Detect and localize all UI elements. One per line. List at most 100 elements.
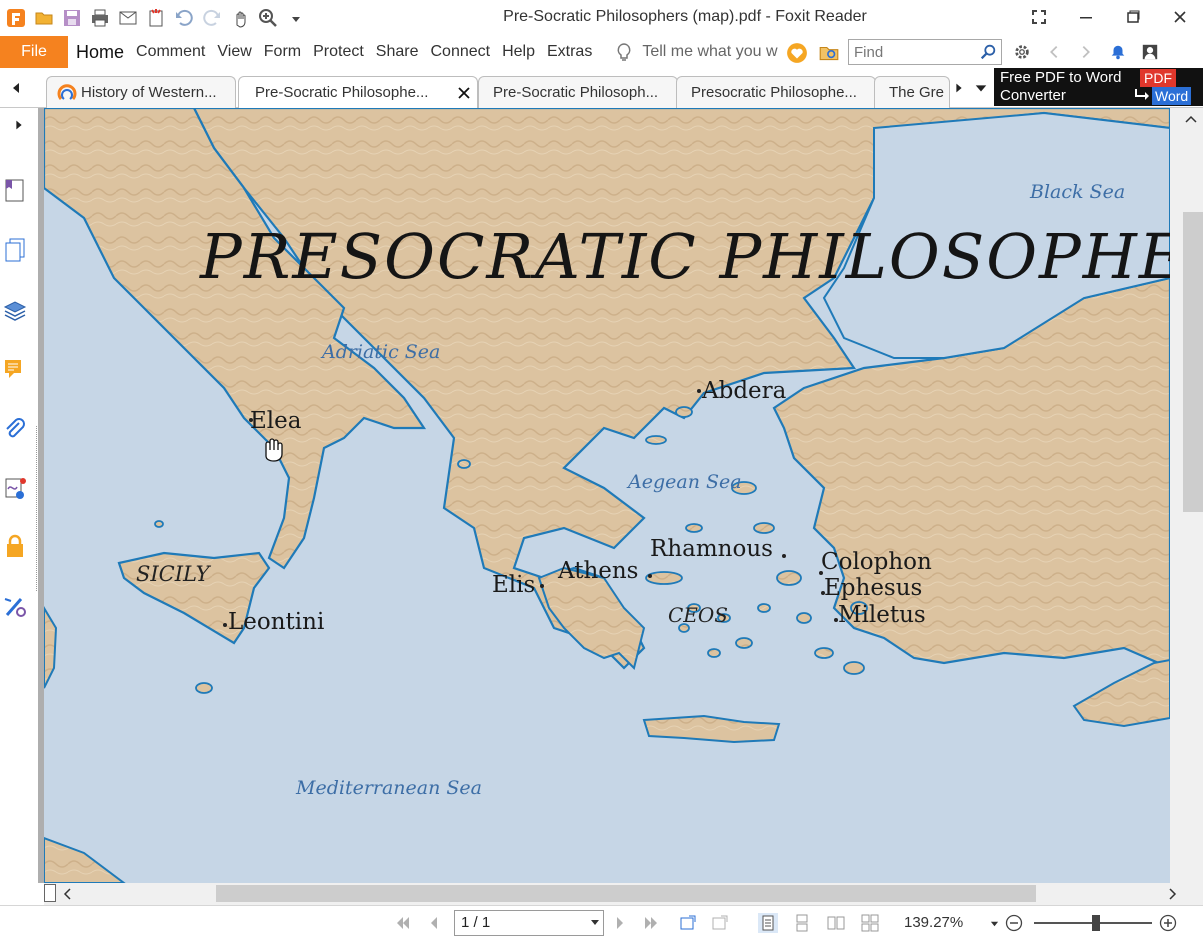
restore-button[interactable] <box>1109 0 1156 34</box>
search-folder-icon[interactable] <box>818 42 840 64</box>
scroll-up-icon[interactable] <box>1184 112 1198 126</box>
last-page-icon[interactable] <box>642 913 662 933</box>
user-account-icon[interactable] <box>1134 36 1166 68</box>
print-icon[interactable] <box>86 3 114 33</box>
horizontal-scrollbar[interactable] <box>44 883 1203 905</box>
pdf-to-word-ad-banner[interactable]: Free PDF to Word Converter PDF Word <box>994 68 1203 106</box>
presocratic-map: PRESOCRATIC PHILOSOPHERS Black Sea Adria… <box>44 108 1170 883</box>
menu-protect[interactable]: Protect <box>307 36 370 68</box>
open-folder-icon[interactable] <box>30 3 58 33</box>
next-page-icon[interactable] <box>610 913 630 933</box>
hand-tool-icon[interactable] <box>226 3 254 33</box>
file-menu-button[interactable]: File <box>0 36 68 68</box>
tab-label: History of Western... <box>81 84 217 101</box>
menu-help[interactable]: Help <box>496 36 541 68</box>
zoom-level[interactable]: 139.27% <box>904 914 963 931</box>
attachments-icon[interactable] <box>0 412 30 448</box>
tab-label: The Gre <box>889 84 945 101</box>
menu-home[interactable]: Home <box>70 36 130 68</box>
window-title: Pre-Socratic Philosophers (map).pdf - Fo… <box>503 8 867 25</box>
close-tab-icon[interactable] <box>457 86 471 100</box>
scroll-corner <box>44 884 56 902</box>
scroll-right-icon[interactable] <box>1166 887 1180 901</box>
new-document-icon[interactable] <box>142 3 170 33</box>
tab-pre-socratic-philosophers-active[interactable]: Pre-Socratic Philosophe... <box>238 76 478 108</box>
zoom-dropdown-icon[interactable] <box>990 919 999 928</box>
sea-label-mediterranean: Mediterranean Sea <box>295 777 482 799</box>
city-label-ephesus: Ephesus <box>824 575 922 601</box>
next-result-icon[interactable] <box>1070 36 1102 68</box>
next-view-icon[interactable] <box>710 913 730 933</box>
tab-history-of-western[interactable]: History of Western... <box>46 76 236 108</box>
continuous-view-icon[interactable] <box>792 913 812 933</box>
vertical-scroll-thumb[interactable] <box>1183 212 1203 512</box>
word-badge: Word <box>1152 87 1192 105</box>
horizontal-scroll-thumb[interactable] <box>216 885 1036 902</box>
city-label-abdera: Abdera <box>701 378 787 404</box>
menu-connect[interactable]: Connect <box>424 36 496 68</box>
pdf-document-view[interactable]: PRESOCRATIC PHILOSOPHERS Black Sea Adria… <box>44 108 1170 883</box>
foxit-logo-icon <box>2 3 30 33</box>
security-lock-icon[interactable] <box>0 528 30 564</box>
close-button[interactable] <box>1156 0 1203 34</box>
sea-label-aegean: Aegean Sea <box>626 471 742 493</box>
find-input[interactable]: Find <box>848 39 1002 65</box>
zoom-out-icon[interactable] <box>1004 913 1024 933</box>
settings-gear-icon[interactable] <box>1006 36 1038 68</box>
bookmarks-icon[interactable] <box>0 172 30 208</box>
scroll-left-icon[interactable] <box>60 887 74 901</box>
signatures-icon[interactable] <box>0 470 30 506</box>
zoom-in-status-icon[interactable] <box>1158 913 1178 933</box>
previous-view-icon[interactable] <box>678 913 698 933</box>
tell-me-text: Tell me what you w <box>642 43 778 60</box>
page-thumbnails-icon[interactable] <box>0 232 30 268</box>
single-page-view-icon[interactable] <box>758 913 778 933</box>
region-label-sicily: SICILY <box>136 562 212 586</box>
comments-icon[interactable] <box>0 352 30 388</box>
convert-arrow-icon <box>1135 89 1149 100</box>
zoom-slider-handle[interactable] <box>1092 915 1100 931</box>
city-label-elis: Elis <box>492 572 535 598</box>
city-label-rhamnous: Rhamnous <box>650 536 773 562</box>
heart-icon[interactable] <box>786 42 808 64</box>
expand-panel-icon[interactable] <box>12 118 26 132</box>
menu-share[interactable]: Share <box>370 36 425 68</box>
pdf-badge: PDF <box>1140 69 1176 87</box>
continuous-facing-view-icon[interactable] <box>860 913 880 933</box>
zoom-in-icon[interactable] <box>254 3 282 33</box>
first-page-icon[interactable] <box>392 913 412 933</box>
page-number-input[interactable]: 1 / 1 <box>454 910 604 936</box>
sea-label-black: Black Sea <box>1029 181 1125 203</box>
customize-toolbar-icon[interactable] <box>282 3 310 33</box>
sea-label-adriatic: Adriatic Sea <box>320 341 440 363</box>
previous-result-icon[interactable] <box>1038 36 1070 68</box>
minimize-button[interactable] <box>1062 0 1109 34</box>
title-bar: Pre-Socratic Philosophers (map).pdf - Fo… <box>0 0 1203 36</box>
city-label-athens: Athens <box>557 558 639 584</box>
tab-presocratic-philosophe[interactable]: Presocratic Philosophe... <box>676 76 876 108</box>
menu-extras[interactable]: Extras <box>541 36 598 68</box>
search-icon[interactable] <box>979 43 997 61</box>
menu-view[interactable]: View <box>211 36 257 68</box>
tab-list-dropdown-icon[interactable] <box>974 81 988 95</box>
tab-pre-socratic-philosoph[interactable]: Pre-Socratic Philosoph... <box>478 76 678 108</box>
vertical-scrollbar[interactable] <box>1170 108 1203 883</box>
notification-bell-icon[interactable] <box>1102 36 1134 68</box>
tab-scroll-right-icon[interactable] <box>952 81 966 95</box>
previous-page-icon[interactable] <box>424 913 444 933</box>
layers-icon[interactable] <box>0 292 30 328</box>
redo-icon[interactable] <box>198 3 226 33</box>
tab-scroll-left-icon[interactable] <box>8 80 24 96</box>
content-tools-icon[interactable] <box>0 588 30 624</box>
undo-icon[interactable] <box>170 3 198 33</box>
save-icon[interactable] <box>58 3 86 33</box>
city-label-leontini: Leontini <box>228 609 324 635</box>
email-icon[interactable] <box>114 3 142 33</box>
fullscreen-icon[interactable] <box>1015 0 1062 34</box>
menu-form[interactable]: Form <box>258 36 307 68</box>
tab-the-gre[interactable]: The Gre <box>874 76 950 108</box>
tell-me-search[interactable]: Tell me what you w <box>614 42 790 62</box>
facing-view-icon[interactable] <box>826 913 846 933</box>
page-dropdown-icon[interactable] <box>591 920 599 925</box>
menu-comment[interactable]: Comment <box>130 36 211 68</box>
